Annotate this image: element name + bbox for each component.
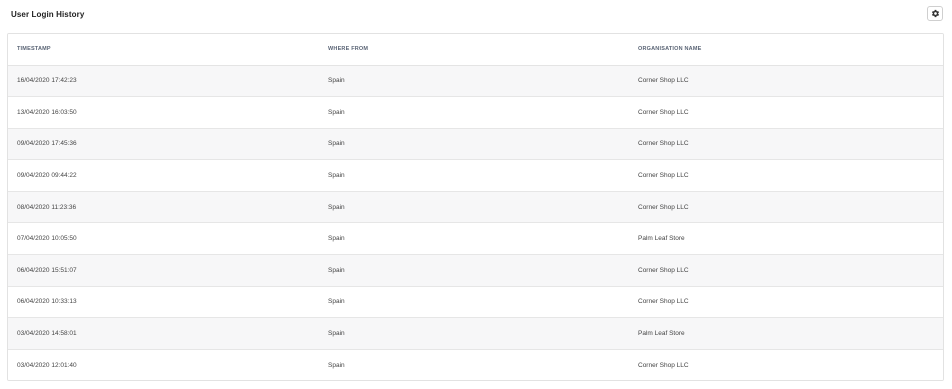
cell-timestamp: 09/04/2020 17:45:36 — [8, 128, 328, 161]
cell-timestamp: 07/04/2020 10:05:50 — [8, 222, 328, 256]
cell-timestamp: 06/04/2020 15:51:07 — [8, 254, 328, 287]
panel-title: User Login History — [11, 10, 85, 19]
cell-timestamp: 03/04/2020 14:58:01 — [8, 317, 328, 350]
table-row[interactable]: 09/04/2020 17:45:36 Spain Corner Shop LL… — [8, 128, 943, 161]
cell-where-from: Spain — [328, 254, 638, 287]
table-row[interactable]: 07/04/2020 10:05:50 Spain Palm Leaf Stor… — [8, 222, 943, 256]
cell-organisation: Corner Shop LLC — [638, 254, 943, 287]
cell-where-from: Spain — [328, 222, 638, 256]
cell-organisation: Corner Shop LLC — [638, 191, 943, 224]
cell-timestamp: 09/04/2020 09:44:22 — [8, 159, 328, 192]
cell-organisation: Corner Shop LLC — [638, 361, 689, 369]
cell-where-from: Spain — [328, 317, 638, 350]
cell-timestamp: 06/04/2020 10:33:13 — [8, 286, 328, 319]
cell-where-from: Spain — [328, 159, 638, 192]
cell-organisation: Corner Shop LLC — [638, 96, 943, 129]
column-header-where-from[interactable]: WHERE FROM — [328, 34, 638, 66]
cell-where-from: Spain — [328, 191, 638, 224]
cell-organisation: Corner Shop LLC — [638, 128, 943, 161]
cell-where-from: Spain — [328, 65, 638, 98]
table-row[interactable]: 13/04/2020 16:03:50 Spain Corner Shop LL… — [8, 96, 943, 129]
cell-timestamp: 03/04/2020 12:01:40 — [17, 361, 77, 369]
gear-icon — [931, 9, 940, 18]
table-row[interactable]: 03/04/2020 14:58:01 Spain Palm Leaf Stor… — [8, 317, 943, 350]
table-row[interactable]: 16/04/2020 17:42:23 Spain Corner Shop LL… — [8, 65, 943, 98]
cell-timestamp: 08/04/2020 11:23:36 — [8, 191, 328, 224]
login-history-panel: User Login History TIMESTAMP WHERE FROM … — [0, 0, 952, 389]
login-history-table: TIMESTAMP WHERE FROM ORGANISATION NAME 1… — [7, 33, 944, 381]
cell-where-from: Spain — [328, 128, 638, 161]
cell-organisation: Corner Shop LLC — [638, 159, 943, 192]
table-row[interactable]: 06/04/2020 15:51:07 Spain Corner Shop LL… — [8, 254, 943, 287]
table-row[interactable]: 08/04/2020 11:23:36 Spain Corner Shop LL… — [8, 191, 943, 224]
cell-where-from: Spain — [328, 361, 345, 369]
column-header-timestamp[interactable]: TIMESTAMP — [8, 34, 328, 66]
column-header-organisation-name[interactable]: ORGANISATION NAME — [638, 34, 943, 66]
table-row[interactable]: 06/04/2020 10:33:13 Spain Corner Shop LL… — [8, 286, 943, 319]
settings-button[interactable] — [927, 6, 943, 21]
cell-timestamp: 13/04/2020 16:03:50 — [8, 96, 328, 129]
cell-timestamp: 16/04/2020 17:42:23 — [8, 65, 328, 98]
cell-organisation: Corner Shop LLC — [638, 286, 943, 319]
table-row[interactable]: 03/04/2020 12:01:40 Spain Corner Shop LL… — [8, 349, 943, 380]
cell-organisation: Palm Leaf Store — [638, 222, 943, 256]
table-header-row: TIMESTAMP WHERE FROM ORGANISATION NAME — [8, 34, 943, 66]
cell-organisation: Palm Leaf Store — [638, 317, 943, 350]
cell-organisation: Corner Shop LLC — [638, 65, 943, 98]
cell-where-from: Spain — [328, 96, 638, 129]
table-row[interactable]: 09/04/2020 09:44:22 Spain Corner Shop LL… — [8, 159, 943, 192]
cell-where-from: Spain — [328, 286, 638, 319]
